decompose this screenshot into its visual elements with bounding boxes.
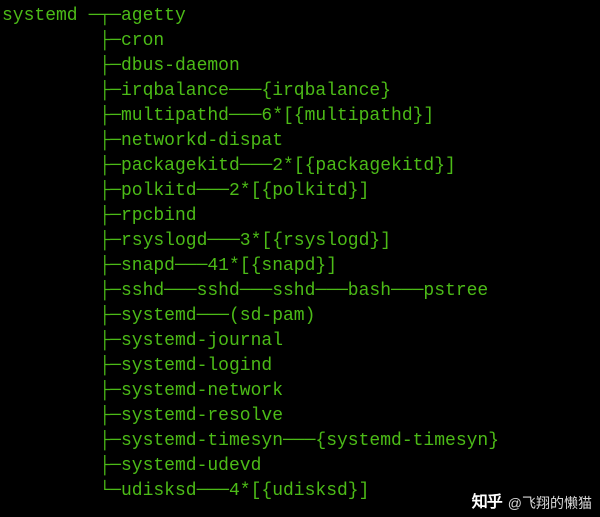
tree-spacer	[0, 404, 89, 429]
tree-spacer	[0, 104, 89, 129]
process-entry: polkitd───2*[{polkitd}]	[121, 181, 369, 201]
tree-row: ├─cron	[0, 29, 600, 54]
tree-row: ├─systemd-udevd	[0, 454, 600, 479]
process-entry: packagekitd───2*[{packagekitd}]	[121, 156, 456, 176]
tree-spacer	[0, 379, 89, 404]
tree-row: ├─irqbalance───{irqbalance}	[0, 79, 600, 104]
process-entry: agetty	[121, 6, 186, 26]
tree-connector: ├─	[89, 281, 121, 301]
tree-spacer	[0, 154, 89, 179]
process-entry: cron	[121, 31, 164, 51]
watermark-author: @飞翔的懒猫	[508, 496, 592, 510]
tree-row: ├─snapd───41*[{snapd}]	[0, 254, 600, 279]
tree-connector: ─┬─	[89, 6, 121, 26]
tree-row: ├─dbus-daemon	[0, 54, 600, 79]
tree-row: ├─systemd-logind	[0, 354, 600, 379]
tree-row: ├─systemd-network	[0, 379, 600, 404]
tree-connector: ├─	[89, 81, 121, 101]
watermark: 知乎 @飞翔的懒猫	[472, 495, 592, 511]
tree-spacer	[0, 29, 89, 54]
tree-connector: ├─	[89, 331, 121, 351]
tree-connector: ├─	[89, 156, 121, 176]
tree-connector: ├─	[89, 381, 121, 401]
tree-spacer	[0, 204, 89, 229]
tree-connector: ├─	[89, 431, 121, 451]
tree-row: ├─systemd-journal	[0, 329, 600, 354]
tree-spacer	[0, 329, 89, 354]
process-entry: udisksd───4*[{udisksd}]	[121, 481, 369, 501]
tree-row: systemd─┬─agetty	[0, 4, 600, 29]
tree-spacer	[0, 354, 89, 379]
zhihu-logo: 知乎	[472, 495, 502, 511]
process-entry: irqbalance───{irqbalance}	[121, 81, 391, 101]
tree-connector: ├─	[89, 406, 121, 426]
tree-spacer	[0, 479, 89, 504]
tree-row: ├─packagekitd───2*[{packagekitd}]	[0, 154, 600, 179]
root-process: systemd	[0, 4, 89, 29]
tree-connector: ├─	[89, 131, 121, 151]
tree-row: ├─multipathd───6*[{multipathd}]	[0, 104, 600, 129]
process-entry: rsyslogd───3*[{rsyslogd}]	[121, 231, 391, 251]
process-entry: rpcbind	[121, 206, 197, 226]
tree-row: ├─sshd───sshd───sshd───bash───pstree	[0, 279, 600, 304]
tree-spacer	[0, 429, 89, 454]
tree-spacer	[0, 254, 89, 279]
tree-connector: ├─	[89, 356, 121, 376]
tree-connector: └─	[89, 481, 121, 501]
tree-spacer	[0, 454, 89, 479]
tree-connector: ├─	[89, 456, 121, 476]
tree-connector: ├─	[89, 256, 121, 276]
process-entry: systemd-journal	[121, 331, 283, 351]
tree-row: ├─systemd-resolve	[0, 404, 600, 429]
tree-row: ├─systemd-timesyn───{systemd-timesyn}	[0, 429, 600, 454]
tree-spacer	[0, 229, 89, 254]
process-entry: networkd-dispat	[121, 131, 283, 151]
tree-spacer	[0, 279, 89, 304]
tree-spacer	[0, 54, 89, 79]
tree-connector: ├─	[89, 231, 121, 251]
process-entry: systemd-resolve	[121, 406, 283, 426]
tree-row: ├─systemd───(sd-pam)	[0, 304, 600, 329]
tree-connector: ├─	[89, 206, 121, 226]
process-entry: systemd-network	[121, 381, 283, 401]
tree-spacer	[0, 304, 89, 329]
tree-connector: ├─	[89, 306, 121, 326]
process-entry: sshd───sshd───sshd───bash───pstree	[121, 281, 488, 301]
tree-row: ├─rsyslogd───3*[{rsyslogd}]	[0, 229, 600, 254]
process-entry: snapd───41*[{snapd}]	[121, 256, 337, 276]
tree-spacer	[0, 79, 89, 104]
tree-row: ├─rpcbind	[0, 204, 600, 229]
tree-connector: ├─	[89, 181, 121, 201]
process-entry: systemd-timesyn───{systemd-timesyn}	[121, 431, 499, 451]
tree-connector: ├─	[89, 56, 121, 76]
process-entry: systemd───(sd-pam)	[121, 306, 315, 326]
process-entry: dbus-daemon	[121, 56, 240, 76]
tree-row: ├─polkitd───2*[{polkitd}]	[0, 179, 600, 204]
tree-row: ├─networkd-dispat	[0, 129, 600, 154]
pstree-output: systemd─┬─agetty ├─cron ├─dbus-daemon ├─…	[0, 4, 600, 504]
process-entry: multipathd───6*[{multipathd}]	[121, 106, 434, 126]
process-entry: systemd-udevd	[121, 456, 261, 476]
process-entry: systemd-logind	[121, 356, 272, 376]
tree-spacer	[0, 129, 89, 154]
tree-spacer	[0, 179, 89, 204]
tree-connector: ├─	[89, 31, 121, 51]
tree-connector: ├─	[89, 106, 121, 126]
